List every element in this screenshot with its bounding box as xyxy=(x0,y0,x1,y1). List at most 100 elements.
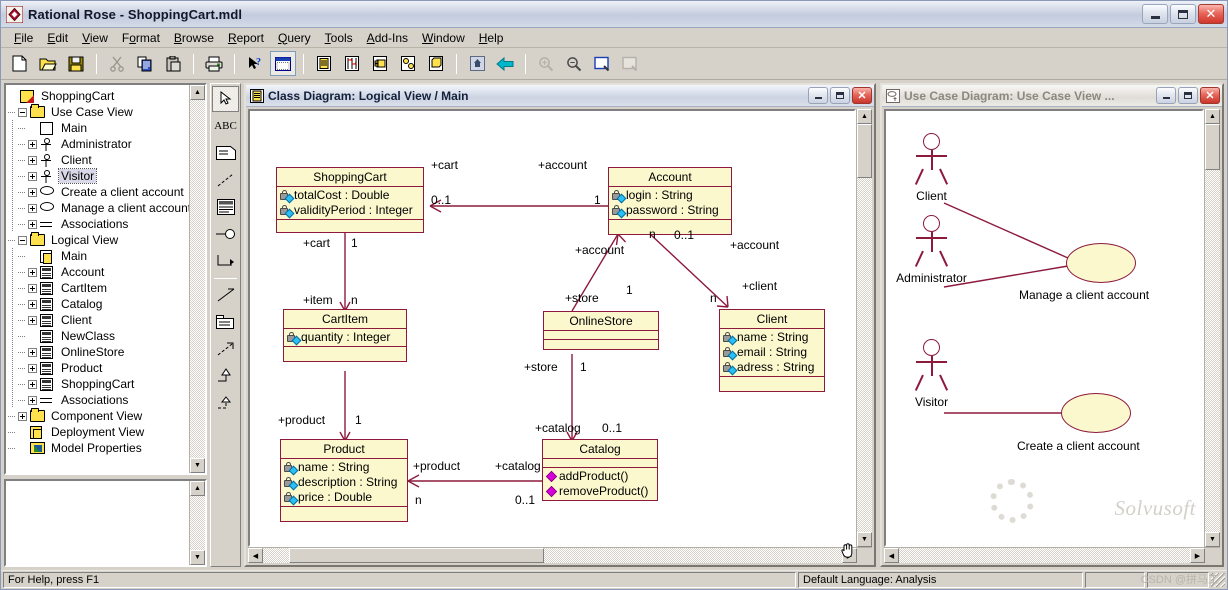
scroll-track[interactable] xyxy=(190,100,205,458)
usecase-manage-a-client-account-ellipse[interactable] xyxy=(1066,243,1136,283)
scroll-left-button[interactable]: ◀ xyxy=(248,548,263,563)
tree-collapse-icon[interactable] xyxy=(18,107,27,117)
copy-button[interactable] xyxy=(132,51,158,76)
menu-query[interactable]: Query xyxy=(271,29,318,47)
uml-class-shoppingcart[interactable]: ShoppingCart totalCost : Double validity… xyxy=(276,167,424,233)
class-diagram-maximize-button[interactable] xyxy=(830,87,850,104)
scroll-right-button[interactable]: ▶ xyxy=(1190,548,1205,563)
class-tool[interactable] xyxy=(212,194,239,220)
use-case-diagram-close-button[interactable]: ✕ xyxy=(1200,87,1220,104)
uml-class-catalog[interactable]: Catalog addProduct() removeProduct() xyxy=(542,439,658,501)
scroll-track[interactable] xyxy=(190,496,205,550)
tree-item-main[interactable]: Main xyxy=(8,248,189,264)
use-case-diagram-canvas[interactable]: Client Administrator Visitor Manage a cl… xyxy=(884,109,1204,547)
scroll-up-button[interactable]: ▲ xyxy=(190,85,205,100)
minimize-button[interactable] xyxy=(1142,4,1168,24)
tree-item-client[interactable]: Client xyxy=(8,312,189,328)
tree-item-manage-a-client-account[interactable]: Manage a client account xyxy=(8,200,189,216)
tree-item-client[interactable]: Client xyxy=(8,152,189,168)
tree-expand-icon[interactable] xyxy=(28,379,37,389)
tree-expand-icon[interactable] xyxy=(28,171,37,181)
association-tool[interactable] xyxy=(212,282,239,308)
tree-expand-icon[interactable] xyxy=(28,219,37,229)
browse-parent-button[interactable] xyxy=(464,51,490,76)
tree-item-deployment-view[interactable]: Deployment View xyxy=(8,424,189,440)
context-help-button[interactable]: ? xyxy=(242,51,268,76)
scroll-down-button[interactable]: ▼ xyxy=(1205,532,1220,547)
documentation-panel[interactable]: ▲ ▼ xyxy=(4,479,207,567)
tree-item-catalog[interactable]: Catalog xyxy=(8,296,189,312)
model-tree[interactable]: ShoppingCart Use Case View Main Administrat… xyxy=(6,85,189,473)
scroll-up-button[interactable]: ▲ xyxy=(1205,109,1220,124)
use-case-diagram-maximize-button[interactable] xyxy=(1178,87,1198,104)
tree-item-shoppingcart[interactable]: ShoppingCart xyxy=(8,88,189,104)
class-diagram-canvas[interactable]: ShoppingCart totalCost : Double validity… xyxy=(248,109,856,547)
use-case-diagram-minimize-button[interactable] xyxy=(1156,87,1176,104)
tree-item-visitor[interactable]: Visitor xyxy=(8,168,189,184)
browse-interaction-diagram-button[interactable] xyxy=(339,51,365,76)
menu-file[interactable]: File xyxy=(7,29,40,47)
menu-format[interactable]: Format xyxy=(115,29,167,47)
open-model-button[interactable] xyxy=(35,51,61,76)
new-model-button[interactable] xyxy=(7,51,33,76)
tree-expand-icon[interactable] xyxy=(28,283,37,293)
scroll-track[interactable] xyxy=(544,548,842,563)
uml-class-cartitem[interactable]: CartItem quantity : Integer xyxy=(283,309,407,362)
note-tool[interactable] xyxy=(212,140,239,166)
uml-class-account[interactable]: Account login : String password: String xyxy=(608,167,732,235)
class-diagram-close-button[interactable]: ✕ xyxy=(852,87,872,104)
browse-class-diagram-button[interactable] xyxy=(270,51,296,76)
tree-item-onlinestore[interactable]: OnlineStore xyxy=(8,344,189,360)
browse-class-diagram-2-button[interactable] xyxy=(311,51,337,76)
browse-previous-diagram-button[interactable] xyxy=(492,51,518,76)
tree-collapse-icon[interactable] xyxy=(18,235,27,245)
tree-expand-icon[interactable] xyxy=(28,203,37,213)
tree-expand-icon[interactable] xyxy=(28,363,37,373)
menu-window[interactable]: Window xyxy=(415,29,472,47)
menu-report[interactable]: Report xyxy=(221,29,271,47)
browse-deployment-diagram-button[interactable] xyxy=(423,51,449,76)
tree-item-component-view[interactable]: Component View xyxy=(8,408,189,424)
actor-administrator[interactable]: Administrator xyxy=(896,215,967,290)
browser-tree-panel[interactable]: ShoppingCart Use Case View Main Administrat… xyxy=(4,83,207,475)
note-anchor-tool[interactable] xyxy=(212,167,239,193)
actor-visitor[interactable]: Visitor xyxy=(914,339,949,414)
tree-expand-icon[interactable] xyxy=(28,187,37,197)
generalization-tool[interactable] xyxy=(212,363,239,389)
scroll-down-button[interactable]: ▼ xyxy=(190,550,205,565)
cut-button[interactable] xyxy=(104,51,130,76)
tree-item-newclass[interactable]: NewClass xyxy=(8,328,189,344)
tree-item-main[interactable]: Main xyxy=(8,120,189,136)
tree-expand-icon[interactable] xyxy=(28,395,37,405)
package-tool[interactable] xyxy=(212,309,239,335)
zoom-in-button[interactable] xyxy=(533,51,559,76)
menu-edit[interactable]: Edit xyxy=(40,29,75,47)
menu-help[interactable]: Help xyxy=(472,29,511,47)
class-diagram-minimize-button[interactable] xyxy=(808,87,828,104)
save-model-button[interactable] xyxy=(63,51,89,76)
browse-state-machine-diagram-button[interactable] xyxy=(395,51,421,76)
actor-client[interactable]: Client xyxy=(914,133,949,208)
zoom-out-button[interactable] xyxy=(561,51,587,76)
scroll-up-button[interactable]: ▲ xyxy=(190,481,205,496)
tree-item-use-case-view[interactable]: Use Case View xyxy=(8,104,189,120)
tree-item-administrator[interactable]: Administrator xyxy=(8,136,189,152)
paste-button[interactable] xyxy=(160,51,186,76)
tree-item-cartitem[interactable]: CartItem xyxy=(8,280,189,296)
usecase-create-a-client-account-ellipse[interactable] xyxy=(1061,393,1131,433)
tree-item-product[interactable]: Product xyxy=(8,360,189,376)
realize-tool[interactable] xyxy=(212,390,239,416)
scroll-track[interactable] xyxy=(263,548,289,563)
scroll-left-button[interactable]: ◀ xyxy=(884,548,899,563)
tree-item-associations[interactable]: Associations xyxy=(8,216,189,232)
class-diagram-vertical-scrollbar[interactable]: ▲ ▼ xyxy=(856,109,872,547)
selection-tool[interactable] xyxy=(212,86,239,112)
menu-view[interactable]: View xyxy=(75,29,115,47)
tree-expand-icon[interactable] xyxy=(28,155,37,165)
uml-class-client[interactable]: Client name : String email: String adre… xyxy=(719,309,825,392)
scroll-thumb[interactable] xyxy=(1205,124,1220,170)
scroll-down-button[interactable]: ▼ xyxy=(190,458,205,473)
undo-fit-in-window-button[interactable] xyxy=(617,51,643,76)
tree-expand-icon[interactable] xyxy=(28,299,37,309)
interface-tool[interactable] xyxy=(212,221,239,247)
